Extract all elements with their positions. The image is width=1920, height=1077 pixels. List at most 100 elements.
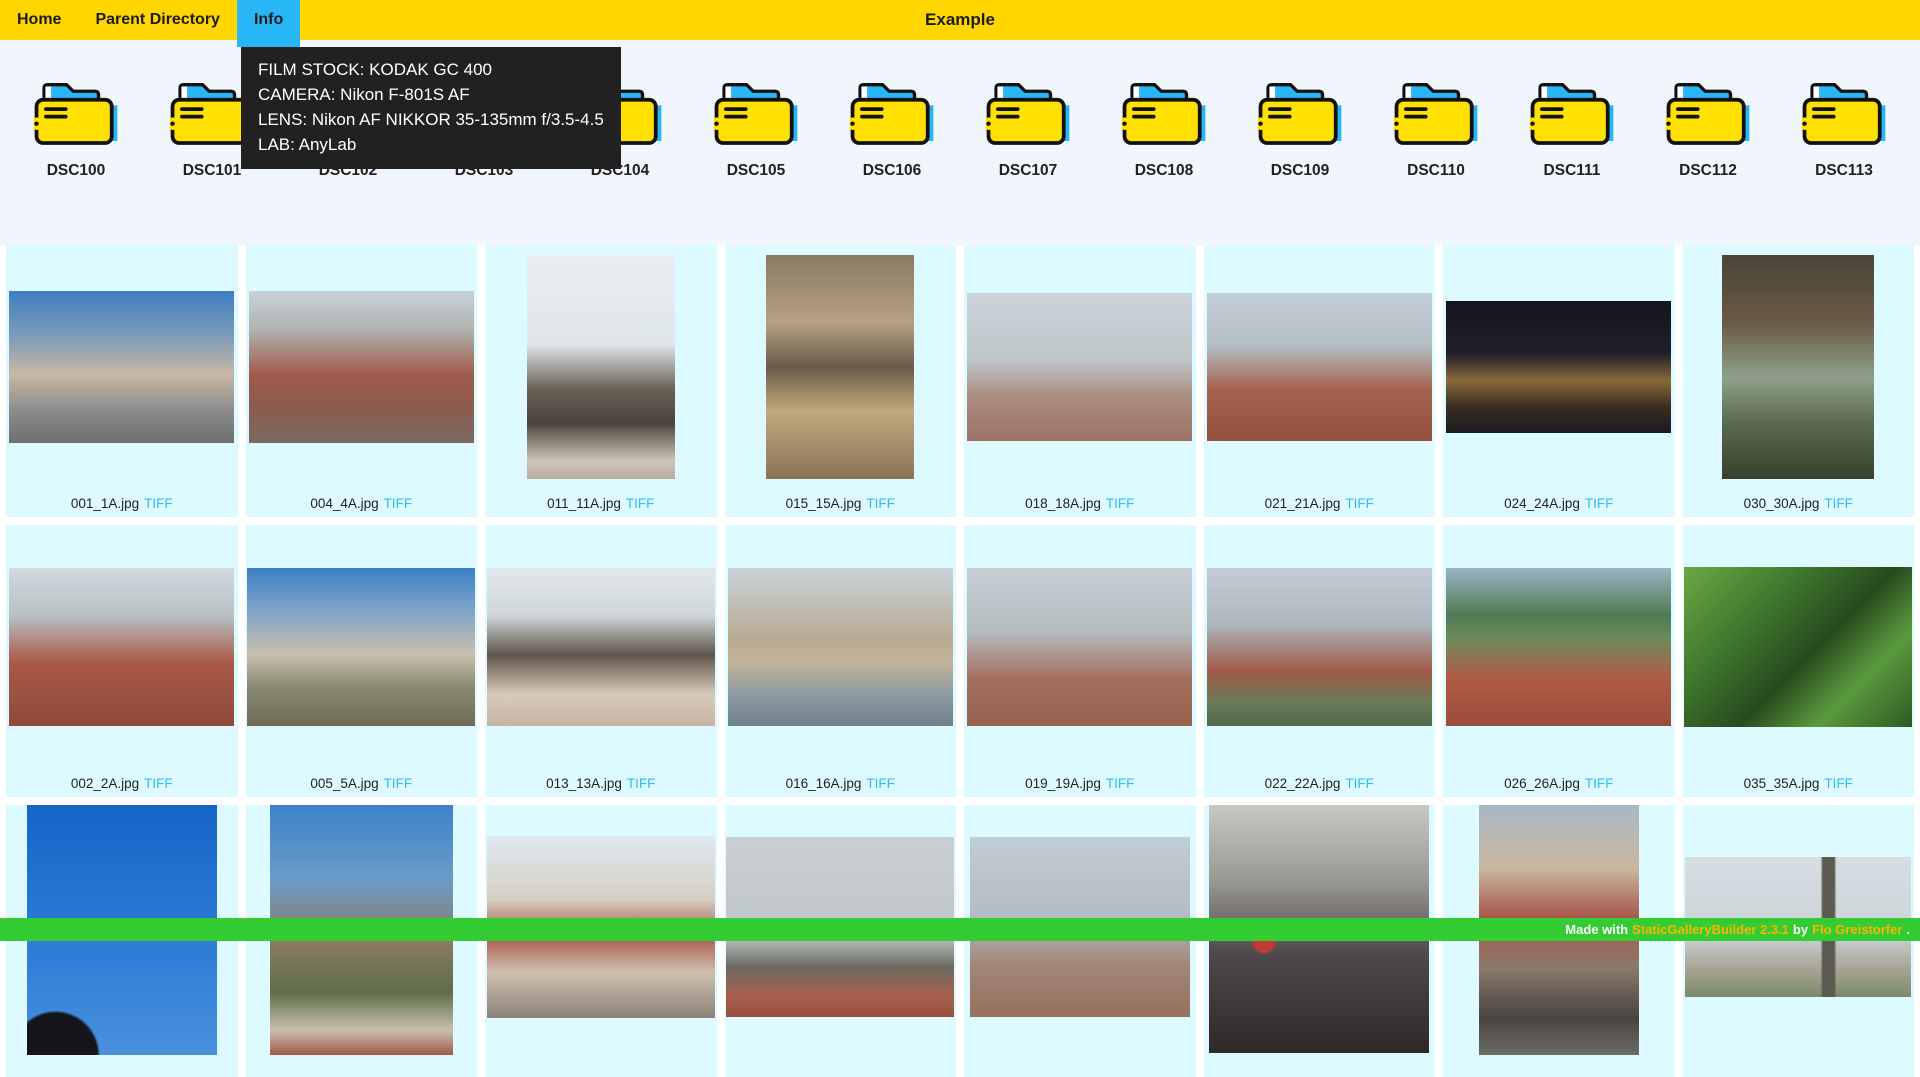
folder-item[interactable]: DSC100 <box>11 73 141 180</box>
folder-item[interactable]: DSC111 <box>1507 73 1637 180</box>
photo-thumbnail[interactable] <box>1446 301 1671 433</box>
folder-item[interactable]: DSC112 <box>1643 73 1773 180</box>
photo-thumbnail[interactable] <box>249 291 474 443</box>
photo-caption: 001_1A.jpg TIFF <box>6 489 238 517</box>
tiff-link[interactable]: TIFF <box>1585 776 1614 791</box>
thumbnail-wrapper <box>964 525 1196 769</box>
photo-caption <box>6 1055 238 1077</box>
folder-item[interactable]: DSC106 <box>827 73 957 180</box>
thumbnail-wrapper <box>6 525 238 769</box>
photo-thumbnail[interactable] <box>967 293 1192 441</box>
photo-thumbnail[interactable] <box>766 255 914 479</box>
photo-caption: 024_24A.jpg TIFF <box>1443 489 1675 517</box>
folder-label: DSC106 <box>863 162 922 180</box>
photo-thumbnail[interactable] <box>728 568 953 726</box>
photo-cell <box>1443 805 1675 1077</box>
photo-caption: 011_11A.jpg TIFF <box>485 489 717 517</box>
photo-caption: 035_35A.jpg TIFF <box>1683 769 1915 797</box>
folder-item[interactable]: DSC113 <box>1779 73 1909 180</box>
photo-thumbnail[interactable] <box>967 568 1192 726</box>
folder-item[interactable]: DSC107 <box>963 73 1093 180</box>
nav-parent-directory[interactable]: Parent Directory <box>78 0 237 40</box>
photo-cell: 013_13A.jpg TIFF <box>485 525 717 797</box>
photo-thumbnail[interactable] <box>1722 255 1874 479</box>
tiff-link[interactable]: TIFF <box>144 776 173 791</box>
photo-thumbnail[interactable] <box>487 568 715 726</box>
thumbnail-wrapper <box>1443 245 1675 489</box>
photo-thumbnail[interactable] <box>9 291 234 443</box>
photo-filename: 019_19A.jpg <box>1025 776 1101 791</box>
photo-grid: 001_1A.jpg TIFF 004_4A.jpg TIFF 011_11A.… <box>0 245 1920 1077</box>
tiff-link[interactable]: TIFF <box>1585 496 1614 511</box>
footer-generator-link[interactable]: StaticGalleryBuilder 2.3.1 <box>1632 922 1789 937</box>
photo-cell: 001_1A.jpg TIFF <box>6 245 238 517</box>
folder-item[interactable]: DSC108 <box>1099 73 1229 180</box>
folder-label: DSC110 <box>1407 162 1465 180</box>
photo-cell: 005_5A.jpg TIFF <box>246 525 478 797</box>
thumbnail-wrapper <box>485 525 717 769</box>
photo-caption <box>725 1049 957 1077</box>
tiff-link[interactable]: TIFF <box>866 776 895 791</box>
tiff-link[interactable]: TIFF <box>1824 496 1853 511</box>
photo-caption: 018_18A.jpg TIFF <box>964 489 1196 517</box>
photo-caption: 002_2A.jpg TIFF <box>6 769 238 797</box>
photo-filename: 024_24A.jpg <box>1504 496 1580 511</box>
nav-home[interactable]: Home <box>0 0 78 40</box>
tiff-link[interactable]: TIFF <box>626 496 655 511</box>
footer-by-text: by <box>1793 922 1808 937</box>
folder-icon <box>845 73 939 149</box>
photo-caption: 019_19A.jpg TIFF <box>964 769 1196 797</box>
folder-label: DSC100 <box>47 162 106 180</box>
photo-thumbnail[interactable] <box>1446 568 1671 726</box>
photo-cell <box>1204 805 1436 1077</box>
thumbnail-wrapper <box>1204 525 1436 769</box>
photo-caption <box>964 1049 1196 1077</box>
nav-info[interactable]: Info <box>237 0 300 47</box>
folder-icon <box>1389 73 1483 149</box>
photo-cell <box>485 805 717 1077</box>
folder-label: DSC108 <box>1135 162 1194 180</box>
photo-cell: 004_4A.jpg TIFF <box>246 245 478 517</box>
footer-author-link[interactable]: Flo Greistorfer <box>1812 922 1902 937</box>
tiff-link[interactable]: TIFF <box>384 776 413 791</box>
thumbnail-wrapper <box>725 245 957 489</box>
folder-label: DSC101 <box>183 162 242 180</box>
photo-cell: 002_2A.jpg TIFF <box>6 525 238 797</box>
photo-cell: 030_30A.jpg TIFF <box>1683 245 1915 517</box>
photo-cell: 018_18A.jpg TIFF <box>964 245 1196 517</box>
folder-icon <box>29 73 123 149</box>
photo-cell: 026_26A.jpg TIFF <box>1443 525 1675 797</box>
photo-thumbnail[interactable] <box>1684 567 1912 727</box>
photo-thumbnail[interactable] <box>1207 293 1432 441</box>
tiff-link[interactable]: TIFF <box>1345 496 1374 511</box>
tiff-link[interactable]: TIFF <box>866 496 895 511</box>
photo-filename: 022_22A.jpg <box>1265 776 1341 791</box>
photo-filename: 004_4A.jpg <box>310 496 378 511</box>
thumbnail-wrapper <box>485 245 717 489</box>
folder-item[interactable]: DSC105 <box>691 73 821 180</box>
footer-bar: Made with StaticGalleryBuilder 2.3.1 by … <box>0 918 1920 941</box>
photo-thumbnail[interactable] <box>527 255 675 479</box>
tiff-link[interactable]: TIFF <box>1824 776 1853 791</box>
photo-filename: 013_13A.jpg <box>546 776 622 791</box>
photo-cell: 015_15A.jpg TIFF <box>725 245 957 517</box>
photo-thumbnail[interactable] <box>247 568 475 726</box>
photo-cell <box>6 805 238 1077</box>
photo-filename: 005_5A.jpg <box>310 776 378 791</box>
tiff-link[interactable]: TIFF <box>1106 496 1135 511</box>
tiff-link[interactable]: TIFF <box>1345 776 1374 791</box>
photo-cell: 024_24A.jpg TIFF <box>1443 245 1675 517</box>
thumbnail-wrapper <box>964 245 1196 489</box>
folder-item[interactable]: DSC109 <box>1235 73 1365 180</box>
photo-thumbnail[interactable] <box>1207 568 1432 726</box>
info-tooltip: FILM STOCK: KODAK GC 400 CAMERA: Nikon F… <box>241 47 621 169</box>
tiff-link[interactable]: TIFF <box>384 496 413 511</box>
folder-icon <box>709 73 803 149</box>
tiff-link[interactable]: TIFF <box>1106 776 1135 791</box>
tiff-link[interactable]: TIFF <box>144 496 173 511</box>
folder-item[interactable]: DSC110 <box>1371 73 1501 180</box>
tiff-link[interactable]: TIFF <box>627 776 656 791</box>
photo-cell: 021_21A.jpg TIFF <box>1204 245 1436 517</box>
photo-thumbnail[interactable] <box>9 568 234 726</box>
photo-cell: 022_22A.jpg TIFF <box>1204 525 1436 797</box>
